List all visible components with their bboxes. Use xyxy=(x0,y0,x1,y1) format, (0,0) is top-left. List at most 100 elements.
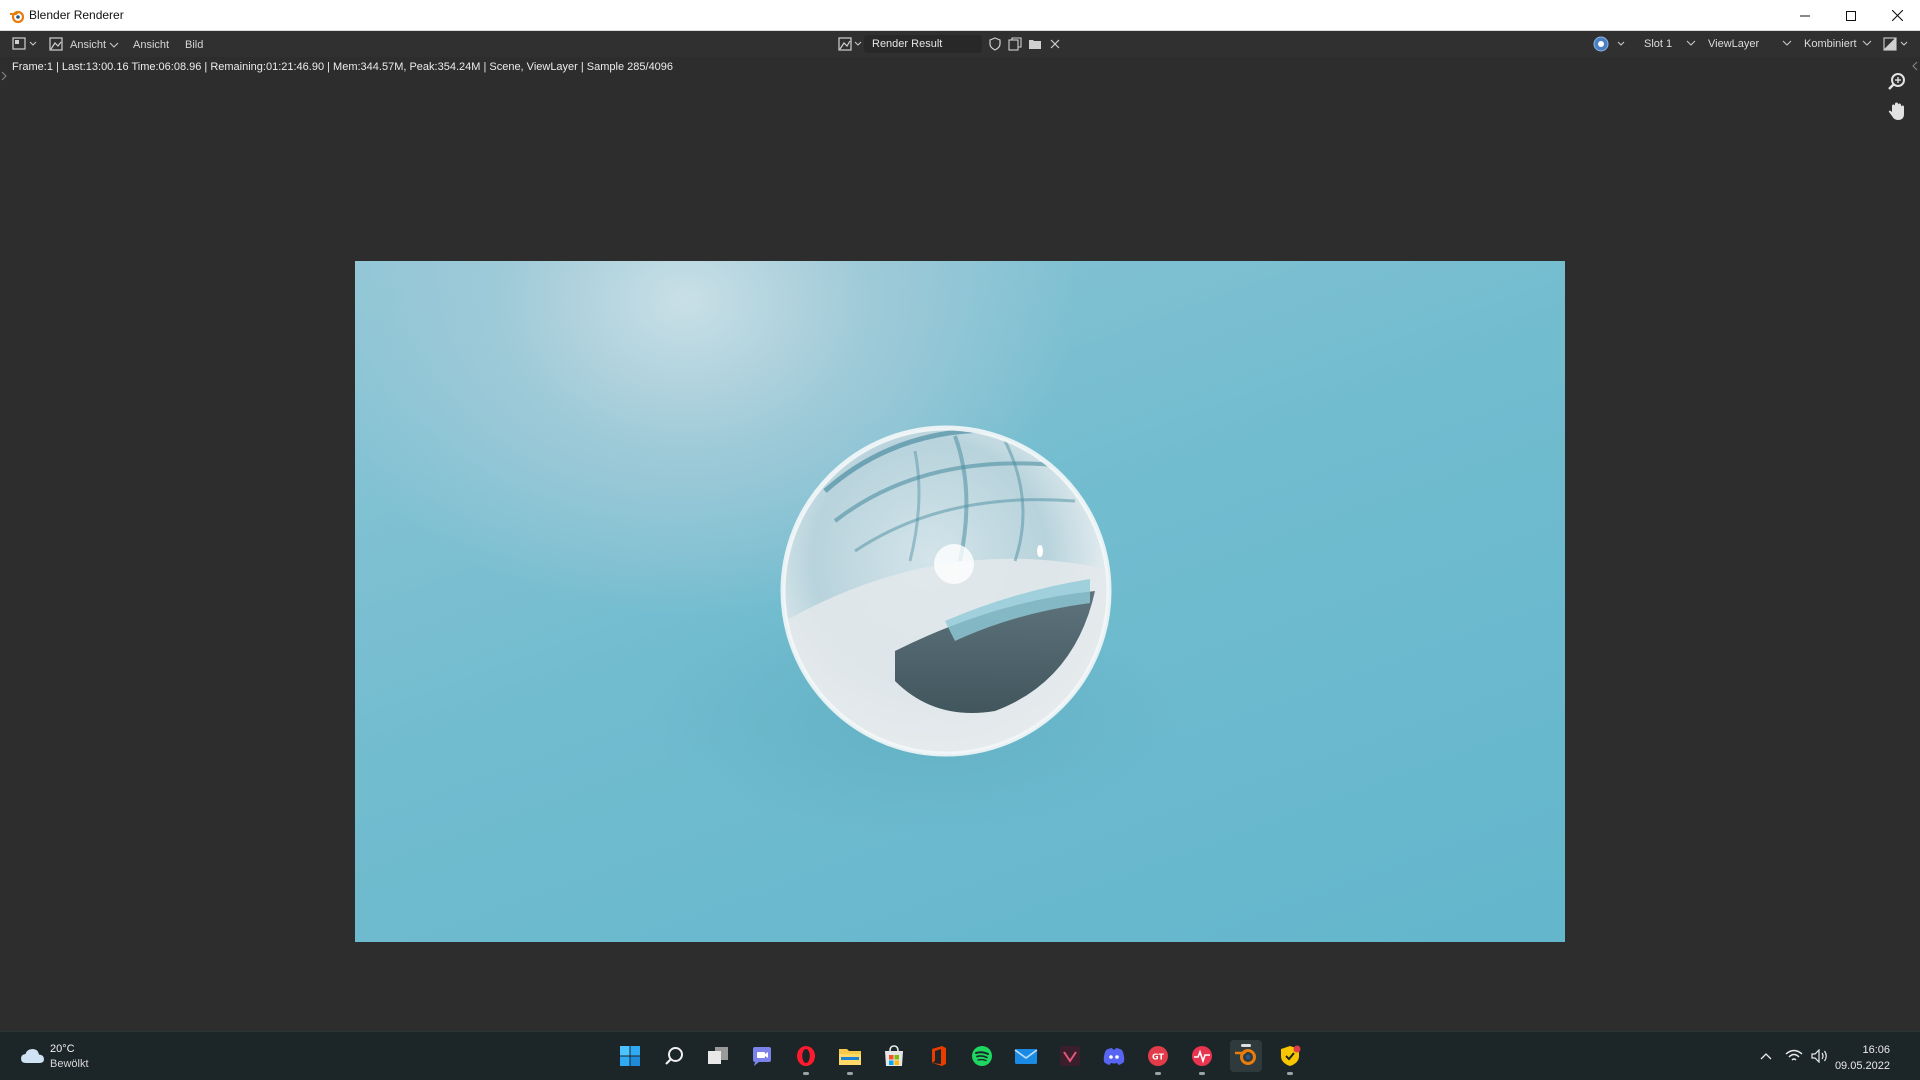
chevron-down-icon xyxy=(1782,40,1792,46)
menu-image[interactable]: Bild xyxy=(185,36,203,53)
maximize-button[interactable] xyxy=(1828,0,1874,31)
svg-text:GT: GT xyxy=(1152,1053,1164,1062)
chevron-up-icon xyxy=(1760,1053,1772,1060)
taskbar-app-blender[interactable] xyxy=(1230,1040,1262,1072)
opera-icon xyxy=(797,1046,815,1066)
search-icon xyxy=(665,1047,683,1065)
new-image-button[interactable] xyxy=(1006,35,1024,53)
mail-icon xyxy=(1014,1049,1038,1064)
taskbar-app-mail[interactable] xyxy=(1010,1040,1042,1072)
weather-description: Bewölkt xyxy=(50,1058,89,1070)
browse-image-dropdown[interactable] xyxy=(836,35,864,53)
render-pass-value: Kombiniert xyxy=(1804,38,1857,50)
close-button[interactable] xyxy=(1874,0,1920,31)
glass-sphere-render xyxy=(650,425,1180,834)
view-mode-dropdown[interactable]: Ansicht xyxy=(70,36,119,53)
norton-shield-icon xyxy=(1281,1045,1301,1066)
menu-view[interactable]: Ansicht xyxy=(133,36,169,53)
image-editor-icon xyxy=(12,37,37,50)
teams-chat-icon xyxy=(753,1047,771,1066)
right-panel-expand-icon[interactable] xyxy=(1912,61,1918,71)
menu-image-label: Bild xyxy=(185,38,204,51)
folder-icon xyxy=(1029,40,1041,49)
image-viewport[interactable] xyxy=(0,57,1920,1031)
gizmo-toggle-dropdown[interactable] xyxy=(1590,35,1628,53)
taskbar-app-store[interactable] xyxy=(878,1040,910,1072)
microsoft-store-icon xyxy=(885,1045,903,1066)
running-indicator xyxy=(803,1072,809,1075)
fake-user-button[interactable] xyxy=(986,35,1004,53)
minimize-button[interactable] xyxy=(1782,0,1828,31)
cloud-icon xyxy=(21,1049,44,1063)
discord-icon xyxy=(1103,1048,1125,1065)
taskbar-app-spotify[interactable] xyxy=(966,1040,998,1072)
running-indicator xyxy=(1199,1072,1205,1075)
taskbar-chat-button[interactable] xyxy=(746,1040,778,1072)
duplicate-icon xyxy=(1008,37,1022,51)
affinity-icon xyxy=(1060,1046,1080,1066)
zoom-tool-button[interactable] xyxy=(1884,69,1910,95)
office-icon xyxy=(932,1046,946,1066)
taskbar-app-office[interactable] xyxy=(922,1040,954,1072)
taskbar-app-heartbeat[interactable] xyxy=(1186,1040,1218,1075)
spotify-icon xyxy=(972,1046,992,1066)
close-icon xyxy=(1891,10,1903,21)
view-layer-dropdown[interactable]: ViewLayer xyxy=(1700,35,1796,53)
display-channels-icon xyxy=(1593,36,1625,52)
taskbar-search-button[interactable] xyxy=(658,1040,690,1072)
image-name-value: Render Result xyxy=(872,38,943,50)
render-result-image xyxy=(355,261,1565,942)
taskbar-app-file-explorer[interactable] xyxy=(834,1040,866,1075)
speaker-icon xyxy=(1811,1049,1827,1063)
chevron-down-icon xyxy=(1862,40,1872,46)
color-alpha-icon xyxy=(1883,37,1908,51)
window-titlebar: Blender Renderer xyxy=(0,0,1920,31)
running-indicator xyxy=(1155,1072,1161,1075)
blender-icon xyxy=(1235,1049,1256,1065)
close-icon xyxy=(1050,39,1060,49)
task-view-icon xyxy=(708,1047,728,1064)
maximize-icon xyxy=(1846,10,1856,21)
file-explorer-icon xyxy=(839,1049,861,1065)
heartbeat-icon xyxy=(1192,1046,1212,1066)
shield-icon xyxy=(989,37,1001,51)
open-image-button[interactable] xyxy=(1026,35,1044,53)
window-title: Blender Renderer xyxy=(29,8,124,22)
taskbar-start-button[interactable] xyxy=(614,1040,646,1072)
active-indicator xyxy=(1241,1044,1251,1047)
taskbar-clock[interactable]: 16:06 09.05.2022 xyxy=(1835,1042,1890,1074)
clock-date: 09.05.2022 xyxy=(1834,1060,1890,1072)
editor-type-dropdown[interactable] xyxy=(10,35,38,53)
menu-view-label: Ansicht xyxy=(133,38,170,51)
image-mode-icon xyxy=(49,37,63,51)
unlink-image-button[interactable] xyxy=(1046,35,1064,53)
left-panel-expand-icon[interactable] xyxy=(1,71,7,81)
tray-network[interactable] xyxy=(1784,1046,1804,1066)
zoom-icon xyxy=(1888,73,1905,90)
tray-overflow-button[interactable] xyxy=(1756,1046,1776,1066)
render-pass-dropdown[interactable]: Kombiniert xyxy=(1796,35,1876,53)
chevron-down-icon xyxy=(1686,40,1696,46)
tray-volume[interactable] xyxy=(1810,1046,1830,1066)
pan-tool-button[interactable] xyxy=(1884,99,1910,125)
windows-start-icon xyxy=(620,1046,640,1066)
chevron-down-icon xyxy=(109,42,119,48)
taskbar-app-affinity[interactable] xyxy=(1054,1040,1086,1072)
image-name-field[interactable]: Render Result xyxy=(864,35,982,53)
taskbar-task-view-button[interactable] xyxy=(702,1040,734,1072)
view-mode-label: Ansicht xyxy=(70,38,107,51)
slot-value: Slot 1 xyxy=(1644,38,1673,50)
gta-icon: GT xyxy=(1148,1046,1168,1066)
image-browse-icon xyxy=(838,37,862,51)
taskbar-app-gta[interactable]: GT xyxy=(1142,1040,1174,1075)
mode-toggle-button[interactable] xyxy=(48,35,64,53)
display-mode-dropdown[interactable] xyxy=(1882,35,1912,53)
taskbar-app-opera[interactable] xyxy=(790,1040,822,1075)
taskbar-app-discord[interactable] xyxy=(1098,1040,1130,1072)
windows-taskbar: 20°C Bewölkt GT 16:06 09.05.2022 xyxy=(0,1031,1920,1080)
slot-dropdown[interactable]: Slot 1 xyxy=(1636,35,1700,53)
image-editor-header: Ansicht Ansicht Bild Render Result Slot … xyxy=(0,31,1920,57)
taskbar-app-norton[interactable] xyxy=(1274,1040,1306,1075)
running-indicator xyxy=(847,1072,853,1075)
hand-icon xyxy=(1888,102,1904,120)
